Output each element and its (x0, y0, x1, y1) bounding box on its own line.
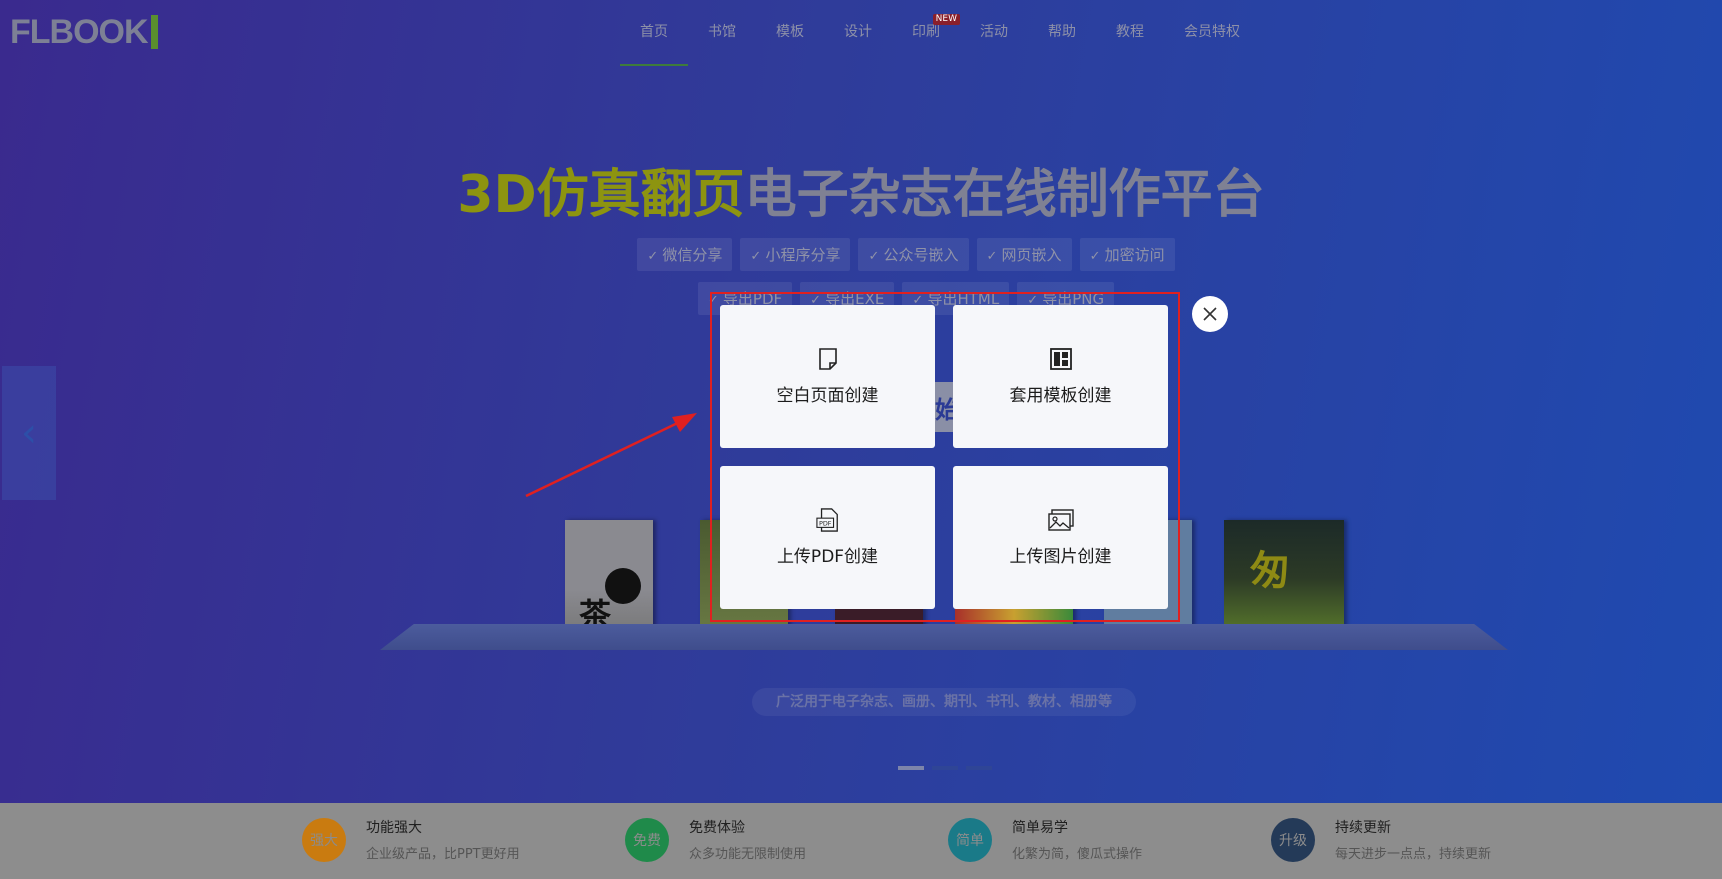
carousel-dots (898, 766, 992, 770)
feature-item: 简单 简单易学化繁为简，傻瓜式操作 (948, 817, 1142, 862)
feature-item: 强大 功能强大企业级产品，比PPT更好用 (302, 817, 520, 862)
feature-title: 持续更新 (1335, 820, 1391, 836)
book-cover[interactable]: 匆 (1224, 520, 1344, 636)
svg-text:PDF: PDF (818, 520, 831, 528)
feature-badge: 强大 (302, 817, 346, 862)
feature-item: 升级 持续更新每天进步一点点，持续更新 (1271, 817, 1491, 862)
new-badge: NEW (932, 14, 960, 25)
feature-desc: 每天进步一点点，持续更新 (1335, 847, 1492, 862)
feature-badge: 升级 (1271, 817, 1315, 862)
nav-label: 书馆 (708, 24, 736, 40)
nav-label: 教程 (1116, 24, 1144, 40)
feature-desc: 企业级产品，比PPT更好用 (366, 847, 520, 862)
feature-badge: 简单 (948, 817, 992, 862)
nav-item-home[interactable]: 首页 (620, 0, 688, 66)
hero-title-rest: 电子杂志在线制作平台 (744, 165, 1265, 225)
carousel-dot[interactable] (898, 766, 924, 770)
logo-bar (150, 15, 158, 49)
hero-subtitle: 广泛用于电子杂志、画册、期刊、书刊、教材、相册等 (752, 688, 1136, 716)
nav-label: 首页 (640, 24, 668, 40)
nav-label: 活动 (980, 24, 1008, 40)
nav-item-membership[interactable]: 会员特权 (1164, 0, 1260, 66)
upload-image-card[interactable]: 上传图片创建 (953, 466, 1168, 609)
upload-pdf-label: 上传PDF创建 (776, 547, 879, 567)
create-from-template-label: 套用模板创建 (1009, 386, 1112, 406)
tag-wechat-share: 微信分享 (637, 238, 733, 271)
book-cover[interactable]: 茶 (565, 520, 653, 636)
chevron-left-icon: ‹ (21, 410, 37, 456)
upload-image-label: 上传图片创建 (1009, 547, 1112, 567)
feature-desc: 众多功能无限制使用 (689, 847, 807, 862)
nav-item-help[interactable]: 帮助 (1028, 0, 1096, 66)
feature-tags-row1: 微信分享 小程序分享 公众号嵌入 网页嵌入 加密访问 (0, 238, 1722, 271)
template-grid-icon (1049, 348, 1072, 370)
nav-label: 设计 (844, 24, 872, 40)
nav-item-design[interactable]: 设计 (824, 0, 892, 66)
carousel-dot[interactable] (966, 766, 992, 770)
bookshelf (380, 624, 1508, 650)
close-icon (1203, 307, 1217, 321)
tag-miniprogram-share: 小程序分享 (740, 238, 851, 271)
carousel-dot[interactable] (932, 766, 958, 770)
hero-title: 3D仿真翻页电子杂志在线制作平台 (0, 152, 1722, 227)
nav-item-templates[interactable]: 模板 (756, 0, 824, 66)
logo[interactable]: FLBOOK (10, 12, 158, 52)
tag-official-account: 公众号嵌入 (858, 238, 969, 271)
close-button[interactable] (1192, 296, 1228, 332)
feature-desc: 化繁为简，傻瓜式操作 (1012, 847, 1143, 862)
upload-pdf-card[interactable]: PDF 上传PDF创建 (720, 466, 935, 609)
logo-text: FLBOOK (10, 12, 149, 51)
nav-label: 会员特权 (1184, 24, 1240, 40)
nav-item-tutorials[interactable]: 教程 (1096, 0, 1164, 66)
feature-bar: 强大 功能强大企业级产品，比PPT更好用 免费 免费体验众多功能无限制使用 简单… (0, 803, 1722, 879)
feature-badge: 免费 (625, 817, 669, 862)
create-blank-page-card[interactable]: 空白页面创建 (720, 305, 935, 448)
nav-label: 帮助 (1048, 24, 1076, 40)
create-from-template-card[interactable]: 套用模板创建 (953, 305, 1168, 448)
hero-title-highlight: 3D仿真翻页 (457, 165, 745, 225)
main-nav: 首页 书馆 模板 设计 印刷 NEW 活动 帮助 教程 会员特权 (620, 0, 1260, 66)
image-icon (1047, 509, 1074, 531)
feature-item: 免费 免费体验众多功能无限制使用 (625, 817, 806, 862)
nav-label: 模板 (776, 24, 804, 40)
feature-title: 免费体验 (689, 820, 745, 836)
create-blank-page-label: 空白页面创建 (776, 386, 879, 406)
tag-web-embed: 网页嵌入 (976, 238, 1072, 271)
feature-title: 功能强大 (366, 820, 422, 836)
pdf-file-icon: PDF (815, 508, 838, 532)
book-title: 匆 (1250, 548, 1290, 594)
carousel-prev-button[interactable]: ‹ (2, 366, 56, 500)
tag-encrypted-access: 加密访问 (1079, 238, 1175, 271)
nav-item-library[interactable]: 书馆 (688, 0, 756, 66)
feature-title: 简单易学 (1012, 820, 1068, 836)
nav-item-events[interactable]: 活动 (960, 0, 1028, 66)
nav-item-print[interactable]: 印刷 NEW (892, 0, 960, 66)
blank-page-icon (818, 348, 837, 370)
